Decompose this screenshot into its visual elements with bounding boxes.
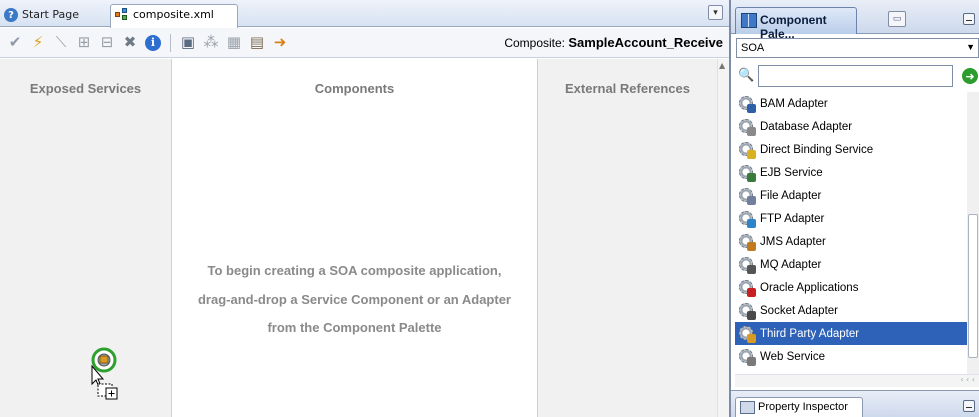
minimize-icon[interactable] — [963, 400, 975, 412]
adapter-gear-icon — [738, 164, 756, 182]
adapter-gear-icon — [738, 302, 756, 320]
tab-list-dropdown-icon[interactable]: ▾ — [708, 5, 723, 20]
hint-line: To begin creating a SOA composite applic… — [207, 263, 502, 278]
adapter-gear-icon — [738, 279, 756, 297]
palette-item[interactable]: MQ Adapter — [735, 253, 967, 276]
composite-name: SampleAccount_Receive — [568, 35, 723, 50]
toolbar-separator — [170, 33, 171, 52]
palette-item[interactable]: Oracle Applications — [735, 276, 967, 299]
adapter-gear-icon — [738, 210, 756, 228]
palette-item[interactable]: Direct Binding Service — [735, 138, 967, 161]
palette-item-label: JMS Adapter — [760, 235, 826, 248]
insert-icon[interactable]: ⊞ — [74, 33, 94, 53]
palette-item-label: Oracle Applications — [760, 281, 859, 294]
palette-item[interactable]: Third Party Adapter — [735, 322, 967, 345]
adapter-gear-icon — [738, 325, 756, 343]
palette-search-input[interactable] — [758, 65, 953, 87]
swimlane-title: Components — [314, 81, 395, 96]
palette-item[interactable]: Web Service — [735, 345, 967, 368]
swimlane-title: External References — [564, 81, 690, 96]
info-icon[interactable]: i — [143, 33, 163, 53]
swimlane-title: Exposed Services — [29, 81, 142, 96]
property-inspector-tab-bar: Property Inspector — [731, 390, 979, 417]
canvas-vertical-scrollbar[interactable]: ▲ — [717, 59, 729, 417]
swimlane-exposed-services[interactable]: Exposed Services — [0, 59, 172, 417]
palette-horizontal-scrollbar[interactable]: ‹ ‹ ‹ — [735, 374, 979, 387]
palette-tab-bar: Component Pale... ▭ — [731, 0, 979, 41]
palette-item-label: Database Adapter — [760, 120, 853, 133]
lightning-icon[interactable]: ⚡ — [28, 33, 48, 53]
palette-item-label: Web Service — [760, 350, 825, 363]
palette-vertical-scrollbar[interactable] — [967, 92, 979, 374]
adapter-gear-icon — [738, 141, 756, 159]
composite-toolbar: ✔ ⚡ ⟍ ⊞ ⊟ ✖ i ▣ ⁂ ▦ ▤ ➜ Composite: Sampl… — [0, 28, 729, 58]
resource-palette-icon[interactable]: ▭ — [888, 11, 906, 27]
palette-grid-icon — [741, 13, 757, 28]
palette-item[interactable]: Database Adapter — [735, 115, 967, 138]
adapter-gear-icon — [738, 118, 756, 136]
tab-start-page[interactable]: ? Start Page — [0, 5, 106, 27]
palette-item[interactable]: JMS Adapter — [735, 230, 967, 253]
minimize-icon[interactable] — [963, 13, 975, 25]
remove-icon[interactable]: ⊟ — [97, 33, 117, 53]
scrollbar-thumb[interactable] — [968, 214, 978, 358]
binoculars-icon: 🔍 — [738, 68, 755, 83]
property-inspector-icon — [740, 401, 755, 414]
palette-item-label: FTP Adapter — [760, 212, 825, 225]
palette-item[interactable]: EJB Service — [735, 161, 967, 184]
composite-canvas[interactable]: Exposed Services Components External Ref… — [0, 59, 729, 417]
tab-component-palette[interactable]: Component Pale... — [735, 7, 857, 41]
composite-icon — [115, 8, 129, 21]
drag-adapter-cursor-icon — [91, 347, 118, 400]
palette-search: 🔍 ➜ — [736, 65, 979, 89]
palette-item[interactable]: File Adapter — [735, 184, 967, 207]
export-icon[interactable]: ▤ — [247, 33, 267, 53]
palette-item-label: BAM Adapter — [760, 97, 828, 110]
editor-area: ? Start Page composite.xml ▾ ✔ ⚡ ⟍ ⊞ ⊟ ✖… — [0, 0, 729, 417]
palette-item-label: EJB Service — [760, 166, 823, 179]
palette-category-select[interactable]: SOA ▼ — [736, 38, 979, 58]
adapter-gear-icon — [738, 233, 756, 251]
palette-item-label: Socket Adapter — [760, 304, 838, 317]
hint-line: from the Component Palette — [267, 320, 442, 335]
chevron-down-icon: ▼ — [966, 42, 975, 52]
tab-composite-xml-label: composite.xml — [133, 8, 214, 21]
property-inspector-label: Property Inspector — [758, 401, 848, 413]
palette-item-label: File Adapter — [760, 189, 822, 202]
swimlane-components[interactable]: Components — [172, 59, 537, 417]
palette-item[interactable]: Socket Adapter — [735, 299, 967, 322]
empty-canvas-hint: To begin creating a SOA composite applic… — [172, 257, 537, 343]
tab-property-inspector[interactable]: Property Inspector — [735, 397, 863, 417]
table-icon[interactable]: ▦ — [224, 33, 244, 53]
palette-item-label: MQ Adapter — [760, 258, 822, 271]
palette-item-label: Direct Binding Service — [760, 143, 874, 156]
hint-line: drag-and-drop a Service Component or an … — [197, 291, 511, 307]
palette-item[interactable]: FTP Adapter — [735, 207, 967, 230]
delete-icon[interactable]: ✖ — [120, 33, 140, 53]
adapter-gear-icon — [738, 256, 756, 274]
tab-composite-xml[interactable]: composite.xml — [110, 4, 238, 28]
palette-item-label: Third Party Adapter — [760, 327, 860, 340]
tab-start-page-label: Start Page — [22, 8, 79, 21]
validate-icon[interactable]: ✔ — [5, 33, 25, 53]
search-go-icon[interactable]: ➜ — [962, 68, 978, 84]
adapter-gear-icon — [738, 95, 756, 113]
help-icon: ? — [4, 8, 18, 22]
adapter-gear-icon — [738, 348, 756, 366]
palette-title: Component Pale... — [760, 13, 827, 41]
swimlane-external-references[interactable]: External References — [537, 59, 717, 417]
arrow-icon[interactable]: ➜ — [270, 33, 290, 53]
composite-name-label: Composite: SampleAccount_Receive — [504, 35, 723, 50]
line-icon[interactable]: ⟍ — [51, 33, 71, 53]
graph-icon[interactable]: ⁂ — [201, 33, 221, 53]
adapter-gear-icon — [738, 187, 756, 205]
palette-component-list: BAM Adapter Database Adapter Direct Bindin… — [735, 92, 967, 374]
db-icon[interactable]: ▣ — [178, 33, 198, 53]
composite-label: Composite: — [504, 36, 566, 50]
palette-category-value: SOA — [741, 42, 765, 54]
component-palette-panel: Component Pale... ▭ SOA ▼ 🔍 ➜ BAM Adapte… — [729, 0, 979, 417]
editor-tab-bar: ? Start Page composite.xml ▾ — [0, 0, 729, 28]
palette-item[interactable]: BAM Adapter — [735, 92, 967, 115]
scroll-up-icon[interactable]: ▲ — [719, 61, 725, 70]
